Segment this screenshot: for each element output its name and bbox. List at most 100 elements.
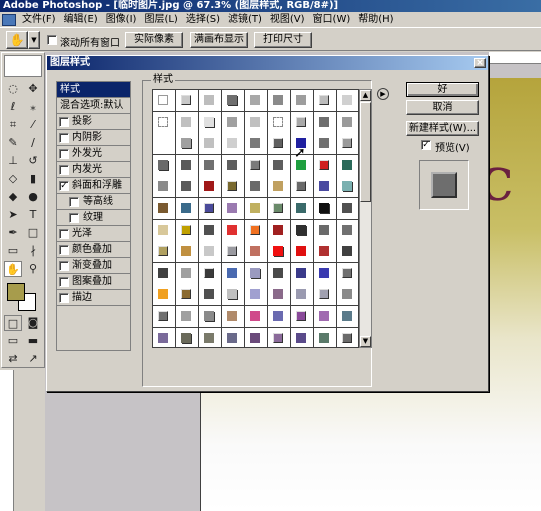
style-swatch[interactable] bbox=[291, 284, 314, 307]
menu-item[interactable]: 选择(S) bbox=[182, 12, 224, 28]
style-swatch[interactable] bbox=[222, 154, 245, 177]
style-swatch[interactable] bbox=[268, 133, 291, 156]
style-swatch[interactable] bbox=[291, 219, 314, 242]
style-swatch[interactable] bbox=[245, 111, 268, 134]
style-swatch[interactable] bbox=[199, 306, 222, 328]
style-swatch[interactable] bbox=[314, 262, 337, 285]
style-swatch[interactable] bbox=[222, 284, 245, 307]
menu-item[interactable]: 文件(F) bbox=[18, 12, 60, 28]
style-swatch[interactable] bbox=[199, 198, 222, 220]
quick-mask-icon[interactable]: ◙ bbox=[24, 315, 42, 331]
style-swatch[interactable] bbox=[245, 176, 268, 199]
style-swatch[interactable] bbox=[245, 219, 268, 242]
style-swatch[interactable] bbox=[153, 284, 176, 307]
style-swatch[interactable] bbox=[314, 327, 337, 347]
style-swatch[interactable] bbox=[291, 241, 314, 264]
style-swatch[interactable] bbox=[153, 219, 176, 242]
style-category-checkbox[interactable] bbox=[69, 213, 79, 223]
path-select-icon[interactable]: ➤ bbox=[4, 207, 22, 223]
menu-item[interactable]: 窗口(W) bbox=[309, 12, 355, 28]
style-swatch[interactable] bbox=[245, 284, 268, 307]
style-swatch[interactable] bbox=[176, 154, 199, 177]
healing-brush-icon[interactable]: ✎ bbox=[4, 135, 22, 151]
style-swatch[interactable] bbox=[291, 90, 314, 112]
style-swatch[interactable] bbox=[153, 111, 176, 134]
style-swatch[interactable] bbox=[176, 176, 199, 199]
style-swatch[interactable] bbox=[176, 198, 199, 220]
screen-mode-full-icon[interactable]: ▬ bbox=[24, 333, 42, 349]
style-swatch[interactable] bbox=[314, 176, 337, 199]
style-category-checkbox[interactable]: ✓ bbox=[59, 181, 69, 191]
style-swatch[interactable] bbox=[268, 176, 291, 199]
hand-tool-preset-button[interactable]: ✋ bbox=[6, 31, 28, 49]
style-category-checkbox[interactable] bbox=[59, 149, 69, 159]
style-category-item[interactable]: 纹理 bbox=[57, 210, 130, 226]
style-swatch[interactable] bbox=[153, 327, 176, 347]
vertical-scrollbar[interactable]: ▲ ▼ bbox=[359, 89, 372, 348]
style-swatch[interactable] bbox=[153, 241, 176, 264]
style-swatch[interactable] bbox=[176, 219, 199, 242]
new-style-button[interactable]: 新建样式(W)... bbox=[406, 121, 479, 136]
style-swatch[interactable] bbox=[199, 133, 222, 156]
style-swatch[interactable] bbox=[245, 327, 268, 347]
style-swatch[interactable] bbox=[337, 306, 358, 328]
style-swatch[interactable] bbox=[153, 133, 176, 156]
style-swatch[interactable] bbox=[176, 90, 199, 112]
style-swatch[interactable] bbox=[176, 111, 199, 134]
style-category-item[interactable]: 渐变叠加 bbox=[57, 258, 130, 274]
style-category-item[interactable]: 样式 bbox=[57, 82, 130, 98]
style-category-checkbox[interactable] bbox=[59, 261, 69, 271]
style-swatch[interactable] bbox=[222, 198, 245, 220]
style-swatch[interactable] bbox=[176, 284, 199, 307]
style-swatch[interactable] bbox=[245, 241, 268, 264]
eraser-tool-icon[interactable]: ◇ bbox=[4, 171, 22, 187]
menu-item[interactable]: 图像(I) bbox=[102, 12, 141, 28]
style-swatch[interactable] bbox=[268, 198, 291, 220]
history-brush-icon[interactable]: ↺ bbox=[24, 153, 42, 169]
style-swatch[interactable] bbox=[245, 154, 268, 177]
style-swatch[interactable] bbox=[291, 262, 314, 285]
scroll-down-arrow-icon[interactable]: ▼ bbox=[360, 336, 371, 347]
feather-logo-icon[interactable] bbox=[4, 55, 42, 77]
style-swatch[interactable] bbox=[176, 262, 199, 285]
style-category-item[interactable]: 内阴影 bbox=[57, 130, 130, 146]
style-swatch[interactable] bbox=[268, 219, 291, 242]
brush-tool-icon[interactable]: ∕ bbox=[24, 135, 42, 151]
style-swatch[interactable] bbox=[291, 176, 314, 199]
edit-in-imageready-icon[interactable]: ↗ bbox=[24, 351, 42, 367]
menu-item[interactable]: 帮助(H) bbox=[354, 12, 397, 28]
style-swatch[interactable] bbox=[314, 284, 337, 307]
style-swatch[interactable] bbox=[268, 284, 291, 307]
standard-mode-icon[interactable]: □ bbox=[4, 315, 22, 331]
gradient-tool-icon[interactable]: ▮ bbox=[24, 171, 42, 187]
style-swatch[interactable] bbox=[222, 262, 245, 285]
style-swatch[interactable] bbox=[337, 154, 358, 177]
style-swatch[interactable] bbox=[268, 262, 291, 285]
style-swatch[interactable] bbox=[245, 133, 268, 156]
lasso-tool-icon[interactable]: ℓ bbox=[4, 99, 22, 115]
style-category-checkbox[interactable] bbox=[59, 293, 69, 303]
style-swatch[interactable] bbox=[222, 90, 245, 112]
style-swatch[interactable] bbox=[337, 327, 358, 347]
menu-item[interactable]: 编辑(E) bbox=[60, 12, 102, 28]
close-icon[interactable]: × bbox=[474, 58, 486, 68]
style-category-item[interactable]: 外发光 bbox=[57, 146, 130, 162]
style-swatch[interactable] bbox=[314, 111, 337, 134]
style-swatch[interactable] bbox=[337, 133, 358, 156]
style-swatch[interactable] bbox=[337, 111, 358, 134]
cancel-button[interactable]: 取消 bbox=[406, 100, 479, 115]
style-swatch[interactable] bbox=[153, 154, 176, 177]
clone-stamp-icon[interactable]: ⊥ bbox=[4, 153, 22, 169]
style-swatch[interactable] bbox=[199, 176, 222, 199]
style-swatch[interactable] bbox=[268, 306, 291, 328]
style-swatch[interactable] bbox=[337, 241, 358, 264]
style-swatch[interactable] bbox=[199, 327, 222, 347]
style-category-item[interactable]: 混合选项:默认 bbox=[57, 98, 130, 114]
style-swatch[interactable] bbox=[291, 327, 314, 347]
style-swatch[interactable] bbox=[153, 198, 176, 220]
style-category-item[interactable]: 等高线 bbox=[57, 194, 130, 210]
move-tool-icon[interactable]: ✥ bbox=[24, 81, 42, 97]
style-category-checkbox[interactable] bbox=[69, 197, 79, 207]
style-swatch[interactable] bbox=[245, 262, 268, 285]
style-swatch[interactable] bbox=[268, 111, 291, 134]
